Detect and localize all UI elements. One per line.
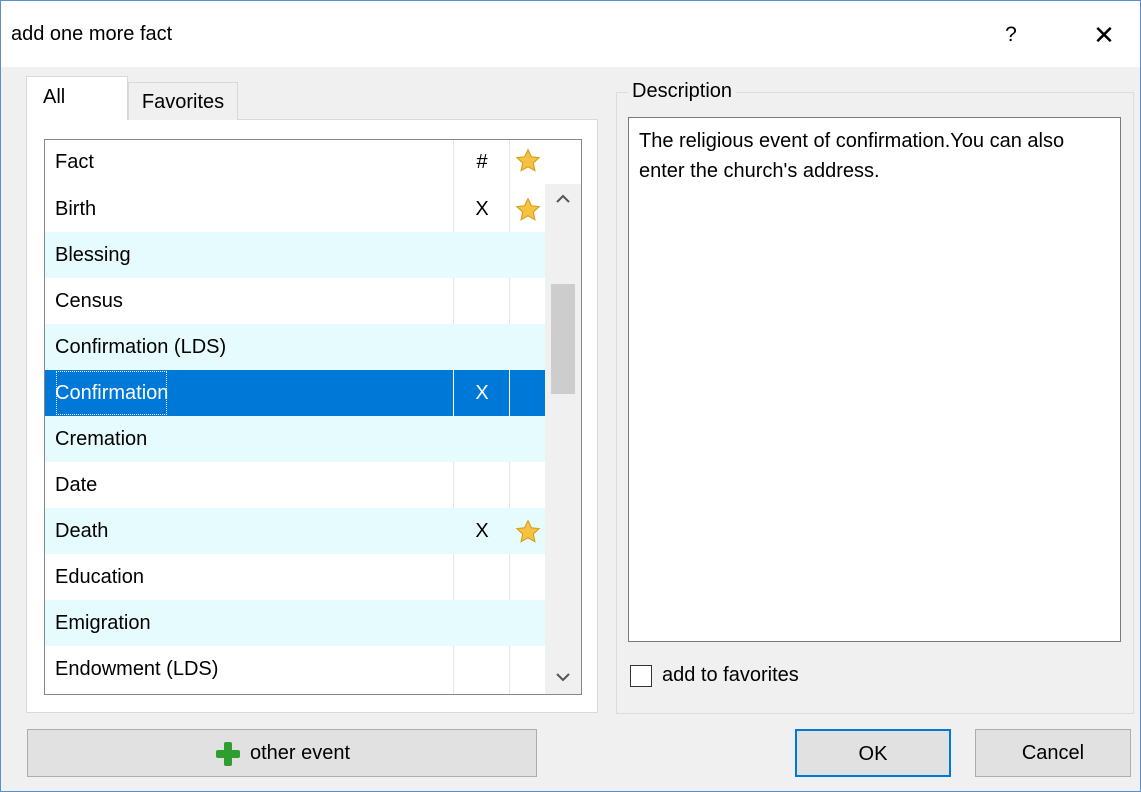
fact-name: Education — [55, 566, 144, 588]
star-icon — [515, 148, 541, 172]
column-header-number[interactable]: # — [455, 140, 509, 184]
fact-name: Confirmation (LDS) — [55, 336, 227, 358]
column-header-fact[interactable]: Fact — [55, 140, 94, 184]
scroll-thumb[interactable] — [551, 284, 575, 394]
list-item[interactable]: Census — [45, 278, 545, 324]
star-icon — [515, 197, 541, 221]
help-button[interactable]: ? — [991, 15, 1031, 55]
list-item[interactable]: Birth X — [45, 186, 545, 232]
list-item[interactable]: Cremation — [45, 416, 545, 462]
favorite-cell[interactable] — [510, 508, 546, 554]
cancel-button[interactable]: Cancel — [975, 729, 1131, 777]
chevron-down-icon — [556, 673, 570, 682]
list-item[interactable]: Death X — [45, 508, 545, 554]
add-to-favorites-checkbox[interactable] — [630, 665, 652, 687]
fact-name: Endowment (LDS) — [55, 658, 219, 680]
fact-count: X — [475, 520, 489, 542]
dialog-title: add one more fact — [11, 23, 173, 45]
tab-all[interactable]: All — [26, 76, 128, 120]
fact-name: Cremation — [55, 428, 148, 450]
chevron-up-icon — [556, 194, 570, 203]
column-divider — [509, 370, 510, 416]
fact-name: Census — [55, 290, 123, 312]
add-to-favorites-label[interactable]: add to favorites — [662, 664, 799, 687]
fact-count: X — [475, 198, 489, 220]
description-legend: Description — [628, 80, 737, 103]
fact-name: Date — [55, 474, 98, 496]
column-divider — [453, 370, 454, 416]
ok-button[interactable]: OK — [795, 729, 951, 777]
list-item[interactable]: Blessing — [45, 232, 545, 278]
fact-count: X — [475, 382, 489, 404]
scroll-down-button[interactable] — [545, 662, 581, 694]
list-item[interactable]: Endowment (LDS) — [45, 646, 545, 692]
list-rows: Birth X Blessing Census Confirmation (LDS) Co… — [45, 186, 545, 692]
fact-name: Confirmation — [55, 370, 168, 416]
vertical-scrollbar[interactable] — [545, 184, 581, 694]
tab-favorites[interactable]: Favorites — [128, 82, 238, 120]
list-item[interactable]: Confirmation X — [45, 370, 545, 416]
fact-name: Death — [55, 520, 109, 542]
description-text[interactable]: The religious event of confirmation.You … — [628, 117, 1121, 642]
title-bar: add one more fact ? ✕ — [1, 1, 1140, 67]
favorite-cell[interactable] — [510, 186, 546, 232]
fact-name: Birth — [55, 198, 97, 220]
list-item[interactable]: Education — [45, 554, 545, 600]
fact-name: Emigration — [55, 612, 151, 634]
other-event-label: other event — [249, 742, 351, 764]
list-item[interactable]: Emigration — [45, 600, 545, 646]
plus-icon — [215, 741, 240, 766]
list-header: Fact # — [45, 140, 581, 184]
scroll-up-button[interactable] — [545, 184, 581, 216]
star-icon — [515, 519, 541, 543]
fact-name: Blessing — [55, 244, 131, 266]
other-event-button[interactable]: other event — [27, 729, 537, 777]
column-header-favorite[interactable] — [510, 140, 546, 184]
close-button[interactable]: ✕ — [1081, 15, 1127, 55]
list-item[interactable]: Confirmation (LDS) — [45, 324, 545, 370]
list-item[interactable]: Date — [45, 462, 545, 508]
fact-list[interactable]: Fact # Birth X Blessing Census Confirmation … — [44, 139, 582, 695]
